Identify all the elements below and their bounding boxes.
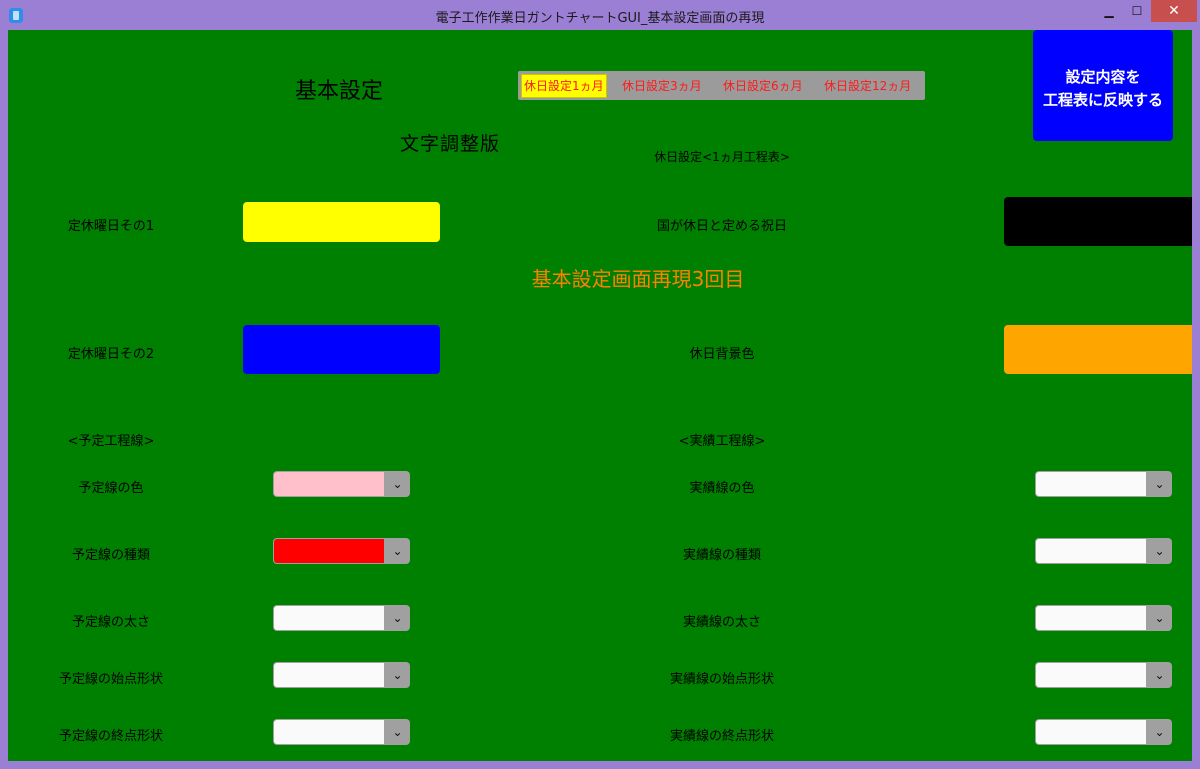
actual-end-shape-select[interactable]: ⌄ xyxy=(1035,719,1172,745)
maximize-button[interactable]: ☐ xyxy=(1123,0,1151,22)
actual-color-label: 実績線の色 xyxy=(689,481,755,496)
planned-start-shape-value xyxy=(274,663,384,687)
planned-start-shape-select[interactable]: ⌄ xyxy=(273,662,410,688)
planned-type-select[interactable]: ⌄ xyxy=(273,538,410,564)
title-bar: 電子工作作業日ガントチャートGUI_基本設定画面の再現 ▁ ☐ ✕ xyxy=(0,0,1200,30)
section-caption: 休日設定<1ヵ月工程表> xyxy=(654,150,790,164)
national-holiday-color[interactable] xyxy=(1004,197,1192,246)
regular-holiday-2-color[interactable] xyxy=(243,325,440,374)
planned-width-value xyxy=(274,606,384,630)
actual-color-value xyxy=(1036,472,1146,496)
chevron-down-icon: ⌄ xyxy=(392,725,403,739)
actual-color-select[interactable]: ⌄ xyxy=(1035,471,1172,497)
actual-width-value xyxy=(1036,606,1146,630)
chevron-down-icon: ⌄ xyxy=(1154,668,1165,682)
page-subtitle: 文字調整版 xyxy=(400,133,501,155)
regular-holiday-1-color[interactable] xyxy=(243,202,440,242)
tab-holiday-12month[interactable]: 休日設定12ヵ月 xyxy=(824,75,911,97)
planned-width-label: 予定線の太さ xyxy=(71,615,151,630)
apply-button-line1: 設定内容を xyxy=(1065,68,1141,86)
tab-holiday-1month[interactable]: 休日設定1ヵ月 xyxy=(521,74,607,98)
planned-color-value xyxy=(274,472,384,496)
planned-color-select[interactable]: ⌄ xyxy=(273,471,410,497)
planned-width-select[interactable]: ⌄ xyxy=(273,605,410,631)
app-window: 電子工作作業日ガントチャートGUI_基本設定画面の再現 ▁ ☐ ✕ 基本設定 文… xyxy=(0,0,1200,769)
planned-end-shape-value xyxy=(274,720,384,744)
actual-end-shape-label: 実績線の終点形状 xyxy=(669,729,775,744)
apply-settings-button[interactable]: 設定内容を 工程表に反映する xyxy=(1033,30,1173,141)
planned-line-header: <予定工程線> xyxy=(67,434,155,449)
actual-width-label: 実績線の太さ xyxy=(682,615,762,630)
holiday-background-label: 休日背景色 xyxy=(689,347,755,362)
center-note: 基本設定画面再現3回目 xyxy=(531,267,745,291)
chevron-down-icon: ⌄ xyxy=(1154,725,1165,739)
regular-holiday-1-label: 定休曜日その1 xyxy=(67,219,155,234)
window-title: 電子工作作業日ガントチャートGUI_基本設定画面の再現 xyxy=(435,11,765,26)
holiday-period-tabs: 休日設定1ヵ月 休日設定3ヵ月 休日設定6ヵ月 休日設定12ヵ月 xyxy=(518,71,925,100)
actual-start-shape-value xyxy=(1036,663,1146,687)
planned-end-shape-select[interactable]: ⌄ xyxy=(273,719,410,745)
actual-type-label: 実績線の種類 xyxy=(682,548,762,563)
tab-holiday-6month[interactable]: 休日設定6ヵ月 xyxy=(723,75,803,97)
chevron-down-icon: ⌄ xyxy=(392,477,403,491)
actual-end-shape-value xyxy=(1036,720,1146,744)
minimize-button[interactable]: ▁ xyxy=(1095,0,1123,22)
actual-start-shape-select[interactable]: ⌄ xyxy=(1035,662,1172,688)
actual-start-shape-label: 実績線の始点形状 xyxy=(669,672,775,687)
national-holiday-label: 国が休日と定める祝日 xyxy=(656,219,788,234)
planned-color-label: 予定線の色 xyxy=(78,481,144,496)
regular-holiday-2-label: 定休曜日その2 xyxy=(67,347,155,362)
apply-button-line2: 工程表に反映する xyxy=(1042,91,1163,109)
chevron-down-icon: ⌄ xyxy=(1154,611,1165,625)
planned-type-value xyxy=(274,539,384,563)
planned-end-shape-label: 予定線の終点形状 xyxy=(58,729,164,744)
actual-type-select[interactable]: ⌄ xyxy=(1035,538,1172,564)
chevron-down-icon: ⌄ xyxy=(392,544,403,558)
tab-holiday-3month[interactable]: 休日設定3ヵ月 xyxy=(622,75,702,97)
actual-width-select[interactable]: ⌄ xyxy=(1035,605,1172,631)
holiday-background-color[interactable] xyxy=(1004,325,1192,374)
actual-type-value xyxy=(1036,539,1146,563)
close-button[interactable]: ✕ xyxy=(1151,0,1197,22)
actual-line-header: <実績工程線> xyxy=(678,434,766,449)
settings-panel: 基本設定 文字調整版 休日設定1ヵ月 休日設定3ヵ月 休日設定6ヵ月 休日設定1… xyxy=(8,30,1192,761)
planned-start-shape-label: 予定線の始点形状 xyxy=(58,672,164,687)
planned-type-label: 予定線の種類 xyxy=(71,548,151,563)
page-title: 基本設定 xyxy=(295,79,384,104)
chevron-down-icon: ⌄ xyxy=(1154,477,1165,491)
chevron-down-icon: ⌄ xyxy=(1154,544,1165,558)
chevron-down-icon: ⌄ xyxy=(392,668,403,682)
chevron-down-icon: ⌄ xyxy=(392,611,403,625)
